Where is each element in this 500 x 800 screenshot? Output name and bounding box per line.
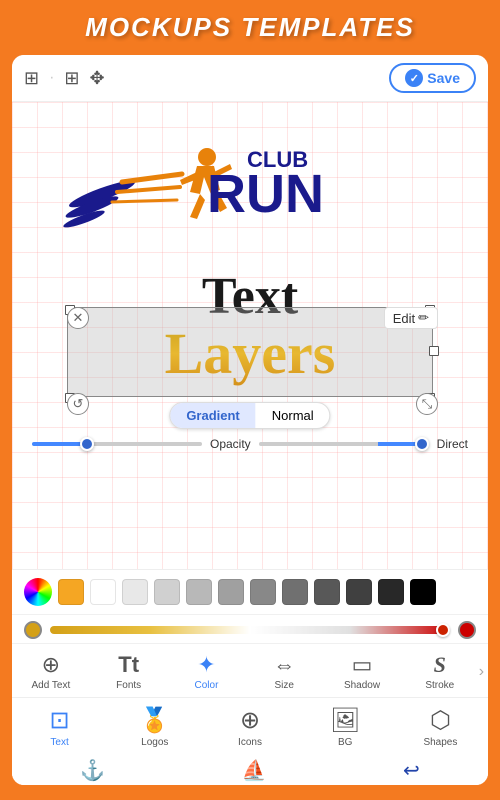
app-title: MOCKUPS TEMPLATES [85, 12, 415, 43]
color-swatch-10[interactable] [378, 579, 404, 605]
footer-row: ⚓ ⛵ ↩ [12, 754, 488, 785]
gradient-row [12, 615, 488, 644]
color-label: Color [195, 680, 219, 691]
nav-text-label: Text [50, 737, 68, 748]
opacity-thumb[interactable] [80, 437, 94, 451]
expand-button[interactable]: ⤡ [416, 393, 438, 415]
svg-text:RUN: RUN [207, 164, 324, 224]
tool-tabs: ⊕ Add Text Tt Fonts ✦ Color ⇔ Size ▭ Sha… [12, 644, 488, 698]
color-swatch-7[interactable] [282, 579, 308, 605]
gradient-track[interactable] [50, 626, 450, 634]
nav-bg-icon: 🖼 [330, 706, 360, 735]
shadow-icon: ▭ [352, 652, 373, 678]
handle-mid-right[interactable] [429, 346, 439, 356]
nav-icons[interactable]: ⊕ Icons [202, 702, 297, 752]
nav-shapes-icon: ⬡ [430, 706, 451, 735]
logo-container: CLUB RUN [42, 122, 362, 257]
nav-text-icon: ⊡ [50, 706, 70, 735]
nav-text[interactable]: ⊡ Text [12, 702, 107, 752]
opacity-label: Opacity [210, 437, 251, 451]
size-icon: ⇔ [273, 652, 295, 678]
toolbar: ⊞ · ⊞ ✥ ✓ Save [12, 55, 488, 102]
color-swatch-4[interactable] [186, 579, 212, 605]
size-label: Size [275, 680, 294, 691]
nav-logos-label: Logos [141, 737, 168, 748]
tool-color[interactable]: ✦ Color [168, 648, 246, 695]
color-swatch-11[interactable] [410, 579, 436, 605]
edit-pencil-icon: ✏ [418, 310, 429, 326]
more-tools-arrow[interactable]: › [479, 648, 488, 695]
canvas-layers-label: Layers [165, 320, 336, 387]
nav-icons-icon: ⊕ [240, 706, 260, 735]
shadow-label: Shadow [344, 680, 380, 691]
bottom-panel: ⊕ Add Text Tt Fonts ✦ Color ⇔ Size ▭ Sha… [12, 569, 488, 785]
gradient-marker[interactable] [436, 623, 450, 637]
color-swatch-2[interactable] [122, 579, 148, 605]
nav-shapes-label: Shapes [423, 737, 457, 748]
nav-bg-label: BG [338, 737, 352, 748]
fonts-icon: Tt [118, 652, 139, 678]
normal-option[interactable]: Normal [256, 403, 330, 428]
save-button[interactable]: ✓ Save [389, 63, 476, 93]
fonts-label: Fonts [116, 680, 141, 691]
tool-add-text[interactable]: ⊕ Add Text [12, 648, 90, 695]
direct-slider[interactable] [259, 442, 429, 446]
stroke-label: Stroke [425, 680, 454, 691]
grid-icon[interactable]: ⊞ [64, 68, 79, 89]
color-swatch-9[interactable] [346, 579, 372, 605]
stroke-icon: S [434, 652, 446, 678]
color-swatch-1[interactable] [90, 579, 116, 605]
blend-mode-toggle: Gradient Normal [169, 402, 330, 429]
club-run-logo: CLUB RUN [42, 122, 362, 252]
edit-label: Edit [393, 311, 415, 326]
close-selection-button[interactable]: ✕ [67, 307, 89, 329]
nav-icons-label: Icons [238, 737, 262, 748]
tool-stroke[interactable]: S Stroke [401, 648, 479, 695]
color-swatch-0[interactable] [58, 579, 84, 605]
color-swatch-8[interactable] [314, 579, 340, 605]
main-card: ⊞ · ⊞ ✥ ✓ Save [12, 55, 488, 785]
color-palette-row [12, 570, 488, 615]
nav-logos-icon: 🏅 [140, 706, 170, 735]
add-text-label: Add Text [32, 680, 71, 691]
save-label: Save [427, 70, 460, 86]
app-header: MOCKUPS TEMPLATES [0, 0, 500, 55]
opacity-row: Opacity Direct [32, 437, 468, 451]
color-swatch-6[interactable] [250, 579, 276, 605]
direct-label: Direct [437, 437, 468, 451]
canvas-area: CLUB RUN Text Layers ✕ Edit ✏ ↺ ⤡ [12, 102, 488, 569]
add-text-icon: ⊕ [42, 652, 60, 678]
color-icon: ✦ [197, 652, 215, 678]
color-wheel[interactable] [24, 578, 52, 606]
nav-logos[interactable]: 🏅 Logos [107, 702, 202, 752]
nav-bg[interactable]: 🖼 BG [298, 702, 393, 752]
bottom-nav: ⊡ Text 🏅 Logos ⊕ Icons 🖼 BG ⬡ Shapes [12, 698, 488, 754]
save-check-icon: ✓ [405, 69, 423, 87]
tool-size[interactable]: ⇔ Size [245, 648, 323, 695]
move-icon[interactable]: ✥ [90, 68, 105, 89]
separator: · [49, 69, 54, 87]
gradient-right-dot[interactable] [458, 621, 476, 639]
layers-icon[interactable]: ⊞ [24, 68, 39, 89]
rotate-button[interactable]: ↺ [67, 393, 89, 415]
back-icon[interactable]: ↩ [403, 758, 420, 783]
nav-shapes[interactable]: ⬡ Shapes [393, 702, 488, 752]
ship-icon[interactable]: ⛵ [242, 758, 267, 783]
opacity-slider[interactable] [32, 442, 202, 446]
color-swatch-3[interactable] [154, 579, 180, 605]
gradient-option[interactable]: Gradient [170, 403, 255, 428]
tool-fonts[interactable]: Tt Fonts [90, 648, 168, 695]
direct-thumb[interactable] [415, 437, 429, 451]
edit-button[interactable]: Edit ✏ [384, 307, 438, 329]
anchor-icon[interactable]: ⚓ [80, 758, 105, 783]
tool-shadow[interactable]: ▭ Shadow [323, 648, 401, 695]
gradient-left-dot[interactable] [24, 621, 42, 639]
color-swatch-5[interactable] [218, 579, 244, 605]
